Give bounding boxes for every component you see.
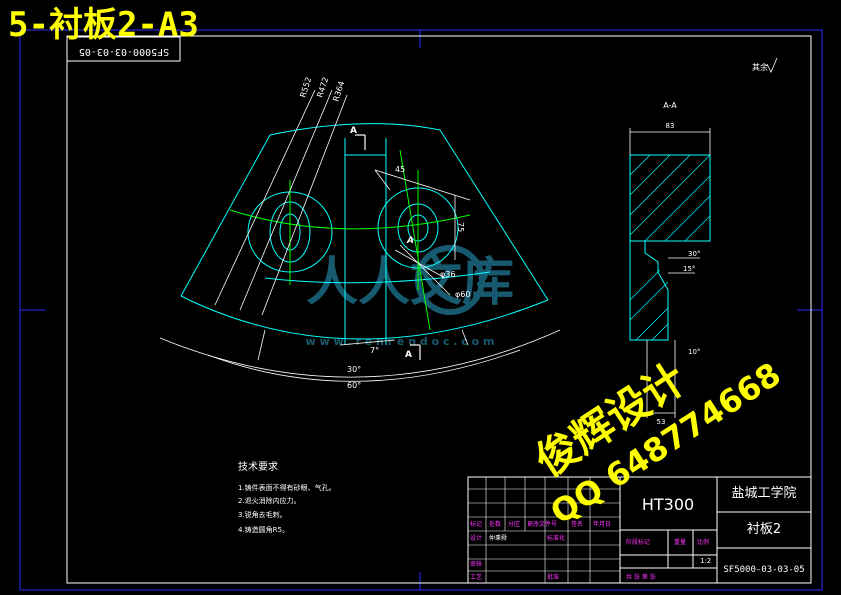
dim-hole-small: φ36 xyxy=(440,270,455,279)
sheet-text: 共 张 第 张 xyxy=(626,573,656,581)
roughness-symbol-icon xyxy=(766,57,778,73)
hdr-cell: 更改文件号 xyxy=(527,520,557,528)
stage-cell: 比例 xyxy=(697,538,709,546)
tech-req-item: 3.锐角去毛刺。 xyxy=(238,510,287,519)
stage-cell: 阶段标记 xyxy=(626,538,650,546)
tech-req-item: 1.铸件表面不得有砂眼、气孔。 xyxy=(238,483,336,492)
hatch xyxy=(629,154,711,341)
design-cell: 仲秉舜 xyxy=(489,534,507,542)
hdr-cell: 年月日 xyxy=(593,520,611,528)
sec-dim-angle3: 10° xyxy=(688,348,700,356)
hdr-cell: 分区 xyxy=(508,520,520,528)
dim-r-inner: R364 xyxy=(331,80,346,103)
sec-dim-width: 83 xyxy=(666,122,675,130)
dim-hole-large: φ60 xyxy=(455,290,470,299)
drawing-no-text: SF5000-03-03-05 xyxy=(723,565,804,575)
watermark: 人人文库 w w w . r e n r e n d o c . c o m xyxy=(305,245,514,348)
hdr-cell: 标记 xyxy=(470,520,482,528)
dim-r-outer: R552 xyxy=(298,76,313,99)
part-name-text: 衬板2 xyxy=(747,522,781,537)
dim-ang-large: 60° xyxy=(347,381,361,390)
front-view: R552 R472 R364 45 75 φ36 φ60 7° 30° 60° … xyxy=(159,76,561,390)
process-label: 工艺 xyxy=(470,573,482,581)
overlay-title: 5-衬板2-A3 xyxy=(8,5,199,45)
dim-ang-mid: 30° xyxy=(347,365,361,374)
audit-label: 审核 xyxy=(470,560,482,568)
sec-dim-angle2: 15° xyxy=(683,265,695,273)
center-mark: A xyxy=(406,236,414,246)
title-block: 标记 处数 分区 更改文件号 签名 年月日 设计 仲秉舜 标准化 审核 工艺 批… xyxy=(467,476,812,584)
dim-ang-small: 7° xyxy=(370,346,379,355)
material-text: HT300 xyxy=(642,495,694,514)
section-label: A-A xyxy=(663,101,677,110)
design-cell: 设计 xyxy=(470,534,482,542)
school-text: 盐城工学院 xyxy=(731,485,796,501)
cut-mark-top: A xyxy=(350,126,357,136)
hdr-cell: 处数 xyxy=(489,520,501,528)
dim-d-side: 75 xyxy=(456,222,465,232)
cad-viewport[interactable]: SF5000-03-03-05 5-衬板2-A3 人人文库 w w w . r … xyxy=(0,0,841,595)
roughness-note: 其余 xyxy=(752,62,768,72)
cut-mark-bottom: A xyxy=(405,350,412,360)
scale-text: 1:2 xyxy=(700,557,711,565)
design-cell: 标准化 xyxy=(547,534,565,542)
dim-d-top: 45 xyxy=(395,165,405,174)
tech-requirements: 技术要求 1.铸件表面不得有砂眼、气孔。 2.退火消除内应力。 3.锐角去毛刺。… xyxy=(238,460,336,534)
tech-req-item: 2.退火消除内应力。 xyxy=(238,496,301,505)
stage-cell: 重量 xyxy=(674,538,686,546)
stamp-code-text: SF5000-03-03-05 xyxy=(79,46,169,57)
sec-dim-angle1: 30° xyxy=(688,250,700,258)
dim-r-mid: R472 xyxy=(315,76,330,99)
approve-label: 批准 xyxy=(547,573,559,581)
tech-req-title: 技术要求 xyxy=(238,460,278,473)
drawing-canvas: SF5000-03-03-05 5-衬板2-A3 人人文库 w w w . r … xyxy=(8,5,823,591)
tech-req-item: 4.铸造圆角R5。 xyxy=(238,525,289,534)
